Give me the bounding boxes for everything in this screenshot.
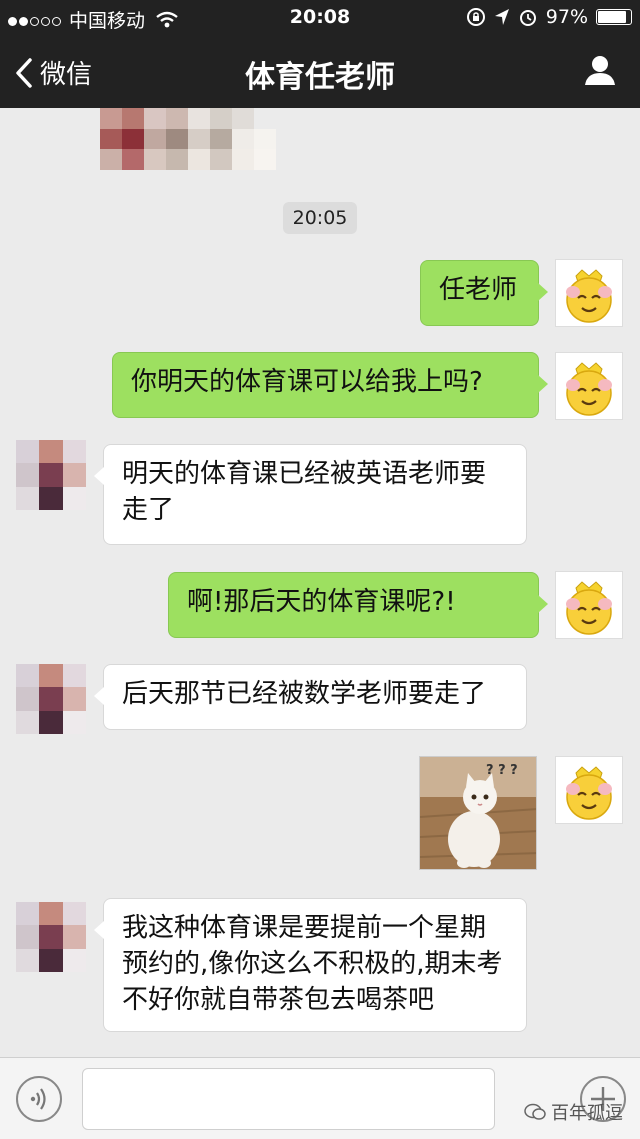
message-input-bar [0,1057,640,1139]
chat-header: 微信 体育任老师 [0,36,640,108]
my-avatar[interactable] [555,259,623,327]
voice-icon [30,1088,46,1110]
previous-image-mosaic [100,108,276,170]
cat-sticker-picture [420,757,536,869]
watermark-text: 百年孤逗 [551,1103,623,1124]
message-text: 啊!那后天的体育课呢?! [187,587,456,617]
user-profile-icon [585,56,615,85]
message-text: 你明天的体育课可以给我上吗? [131,367,483,397]
emoji-avatar-icon [566,766,612,820]
cat-sticker-image[interactable]: ? ? ? [419,756,537,870]
my-avatar[interactable] [555,756,623,824]
lock-rotation-icon [466,8,485,26]
contact-info-button[interactable] [584,54,616,90]
incoming-message[interactable]: 我这种体育课是要提前一个星期预约的,像你这么不积极的,期末考不好你就自带茶包去喝… [94,898,527,1032]
location-icon [494,9,509,25]
status-right: 97% [466,6,632,28]
my-avatar[interactable] [555,571,623,639]
my-avatar[interactable] [555,352,623,420]
incoming-message[interactable]: 明天的体育课已经被英语老师要走了 [94,444,527,545]
image-caption: ? ? ? [486,763,518,778]
battery-percent: 97% [545,6,588,28]
message-text-input[interactable] [82,1068,495,1130]
emoji-avatar-icon [566,269,612,323]
incoming-message[interactable]: 后天那节已经被数学老师要走了 [94,664,527,730]
teacher-avatar[interactable] [16,902,86,972]
wechat-logo-icon [524,1103,546,1120]
status-bar: 中国移动 20:08 97% [0,0,640,36]
outgoing-message[interactable]: 你明天的体育课可以给我上吗? [112,352,548,418]
message-text: 我这种体育课是要提前一个星期预约的,像你这么不积极的,期末考不好你就自带茶包去喝… [122,913,503,1015]
emoji-avatar-icon [566,581,612,635]
teacher-avatar[interactable] [16,664,86,734]
emoji-avatar-icon [566,362,612,416]
chat-timestamp: 20:05 [283,202,357,234]
chat-title: 体育任老师 [245,60,395,95]
message-text: 明天的体育课已经被英语老师要走了 [122,459,487,525]
voice-button[interactable] [16,1076,62,1122]
account-watermark: 百年孤逗 [524,1099,623,1125]
battery-icon [596,9,632,25]
alarm-icon [519,10,536,26]
message-text: 任老师 [439,275,518,305]
teacher-avatar[interactable] [16,440,86,510]
outgoing-message[interactable]: 任老师 [420,260,548,326]
outgoing-message[interactable]: 啊!那后天的体育课呢?! [168,572,548,638]
message-text: 后天那节已经被数学老师要走了 [122,679,487,709]
